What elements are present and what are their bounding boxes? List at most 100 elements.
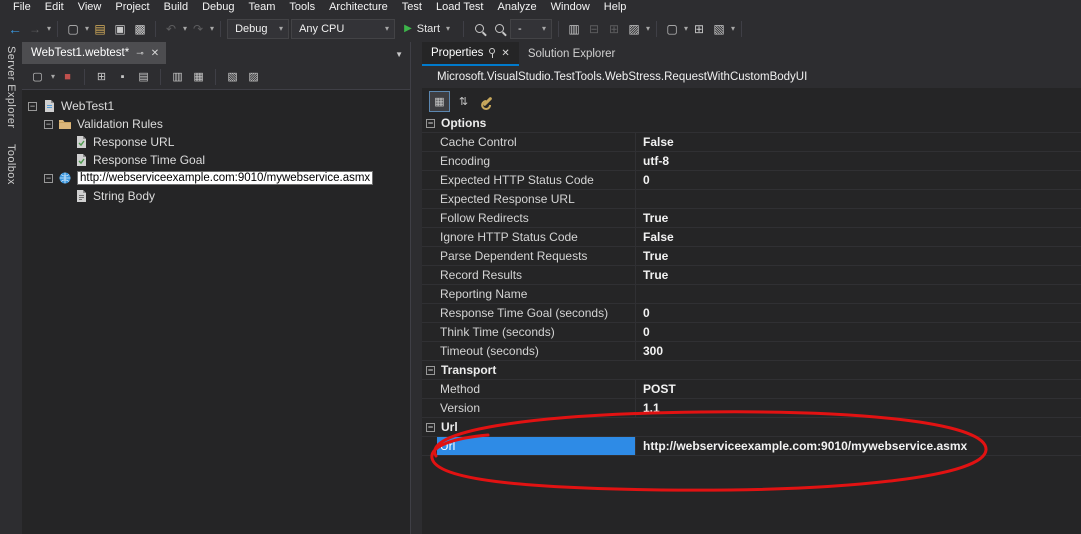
- property-value[interactable]: http://webserviceexample.com:9010/mywebs…: [636, 437, 1081, 455]
- property-row-parse-dependent-requests[interactable]: Parse Dependent Requests True: [422, 247, 1081, 266]
- menu-item-debug[interactable]: Debug: [195, 0, 241, 15]
- menu-item-load-test[interactable]: Load Test: [429, 0, 491, 15]
- tree-item-webtest1[interactable]: − WebTest1: [22, 97, 410, 115]
- property-row-encoding[interactable]: Encoding utf-8: [422, 152, 1081, 171]
- menu-item-project[interactable]: Project: [108, 0, 156, 15]
- extensions-dropdown-icon[interactable]: ▾: [731, 24, 735, 33]
- property-value[interactable]: POST: [636, 380, 1081, 398]
- side-tab-server-explorer[interactable]: Server Explorer: [5, 46, 17, 128]
- menu-item-architecture[interactable]: Architecture: [322, 0, 395, 15]
- tree-item-response-url[interactable]: Response URL: [22, 133, 410, 151]
- zoom-in-icon[interactable]: [470, 20, 488, 38]
- property-row-url[interactable]: Url http://webserviceexample.com:9010/myw…: [422, 437, 1081, 456]
- property-value[interactable]: False: [636, 228, 1081, 246]
- new-item-dropdown-icon[interactable]: ▾: [684, 24, 688, 33]
- close-icon[interactable]: ✕: [151, 48, 159, 59]
- menu-item-build[interactable]: Build: [157, 0, 195, 15]
- menu-item-help[interactable]: Help: [597, 0, 634, 15]
- property-row-version[interactable]: Version 1.1: [422, 399, 1081, 418]
- property-category-url[interactable]: − Url: [422, 418, 1081, 437]
- attach-icon[interactable]: ⊟: [585, 20, 603, 38]
- menu-item-view[interactable]: View: [71, 0, 109, 15]
- open-file-icon[interactable]: ▤: [91, 20, 109, 38]
- tree-item-string-body[interactable]: String Body: [22, 187, 410, 205]
- menu-item-tools[interactable]: Tools: [282, 0, 322, 15]
- document-list-dropdown-icon[interactable]: ▼: [395, 50, 403, 59]
- add-request-icon[interactable]: ▢: [29, 68, 46, 85]
- alphabetical-sort-icon[interactable]: ⇅: [454, 92, 473, 111]
- property-category-transport[interactable]: − Transport: [422, 361, 1081, 380]
- find-icon[interactable]: ▨: [625, 20, 643, 38]
- new-item-icon[interactable]: ▢: [663, 20, 681, 38]
- add-item-icon[interactable]: ⊞: [690, 20, 708, 38]
- navigation-dropdown-icon[interactable]: ▾: [47, 24, 51, 33]
- zoom-level-combo[interactable]: - ▾: [510, 18, 553, 39]
- tree-item-response-time-goal[interactable]: Response Time Goal: [22, 151, 410, 169]
- property-row-response-time-goal-seconds-[interactable]: Response Time Goal (seconds) 0: [422, 304, 1081, 323]
- menu-item-team[interactable]: Team: [242, 0, 283, 15]
- menu-item-window[interactable]: Window: [544, 0, 597, 15]
- tree-collapse-icon[interactable]: −: [44, 173, 53, 183]
- collapse-icon[interactable]: −: [426, 422, 435, 432]
- add-data-source-icon[interactable]: ⊞: [93, 68, 110, 85]
- side-tab-toolbox[interactable]: Toolbox: [5, 144, 17, 185]
- navigate-backward-icon[interactable]: ←: [6, 20, 24, 38]
- property-pages-wrench-icon[interactable]: [478, 92, 497, 111]
- tab-solution-explorer[interactable]: Solution Explorer: [519, 42, 625, 66]
- record-icon[interactable]: ■: [59, 68, 76, 85]
- generate-code-icon[interactable]: ▤: [135, 68, 152, 85]
- start-debugging-button[interactable]: ▶ Start ▾: [397, 18, 457, 39]
- property-value[interactable]: 0: [636, 304, 1081, 322]
- run-test-icon[interactable]: ▨: [245, 68, 262, 85]
- menu-item-test[interactable]: Test: [395, 0, 429, 15]
- redo-dropdown-icon[interactable]: ▾: [210, 24, 214, 33]
- property-row-cache-control[interactable]: Cache Control False: [422, 133, 1081, 152]
- property-row-ignore-http-status-code[interactable]: Ignore HTTP Status Code False: [422, 228, 1081, 247]
- new-file-dropdown-icon[interactable]: ▾: [85, 24, 89, 33]
- tree-collapse-icon[interactable]: −: [28, 101, 37, 111]
- redo-icon[interactable]: ↷: [189, 20, 207, 38]
- property-value[interactable]: 0: [636, 171, 1081, 189]
- property-value[interactable]: 0: [636, 323, 1081, 341]
- save-icon[interactable]: ▣: [111, 20, 129, 38]
- property-row-think-time-seconds-[interactable]: Think Time (seconds) 0: [422, 323, 1081, 342]
- property-value[interactable]: [636, 285, 1081, 303]
- property-row-method[interactable]: Method POST: [422, 380, 1081, 399]
- new-file-icon[interactable]: ▢: [64, 20, 82, 38]
- collapse-icon[interactable]: −: [426, 365, 435, 375]
- extensions-icon[interactable]: ▧: [710, 20, 728, 38]
- performance-icon[interactable]: ▧: [224, 68, 241, 85]
- property-row-expected-http-status-code[interactable]: Expected HTTP Status Code 0: [422, 171, 1081, 190]
- property-row-expected-response-url[interactable]: Expected Response URL: [422, 190, 1081, 209]
- property-row-reporting-name[interactable]: Reporting Name: [422, 285, 1081, 304]
- solution-configurations-select[interactable]: Debug ▾: [227, 18, 290, 39]
- property-category-options[interactable]: − Options: [422, 114, 1081, 133]
- collapse-icon[interactable]: −: [426, 118, 435, 128]
- tab-webtest1[interactable]: WebTest1.webtest* ⊸ ✕: [22, 42, 167, 64]
- properties-object-name[interactable]: Microsoft.VisualStudio.TestTools.WebStre…: [422, 66, 1081, 88]
- navigate-forward-icon[interactable]: →: [26, 20, 44, 38]
- pin-icon[interactable]: [489, 48, 496, 58]
- tab-properties[interactable]: Properties ✕: [422, 42, 519, 66]
- property-value[interactable]: 300: [636, 342, 1081, 360]
- zoom-out-icon[interactable]: [490, 20, 508, 38]
- step-icon[interactable]: ⊞: [605, 20, 623, 38]
- property-value[interactable]: False: [636, 133, 1081, 151]
- parameterize-web-servers-icon[interactable]: ▥: [169, 68, 186, 85]
- tree-item-validation-rules[interactable]: − Validation Rules: [22, 115, 410, 133]
- property-value[interactable]: True: [636, 209, 1081, 227]
- pin-icon[interactable]: ⊸: [136, 48, 144, 59]
- find-dropdown-icon[interactable]: ▾: [646, 24, 650, 33]
- property-row-follow-redirects[interactable]: Follow Redirects True: [422, 209, 1081, 228]
- save-all-icon[interactable]: ▩: [131, 20, 149, 38]
- property-row-timeout-seconds-[interactable]: Timeout (seconds) 300: [422, 342, 1081, 361]
- add-plugin-icon[interactable]: ▦: [190, 68, 207, 85]
- menu-item-analyze[interactable]: Analyze: [491, 0, 544, 15]
- property-value[interactable]: True: [636, 266, 1081, 284]
- undo-icon[interactable]: ↶: [162, 20, 180, 38]
- tree-collapse-icon[interactable]: −: [44, 119, 53, 129]
- property-value[interactable]: [636, 190, 1081, 208]
- navigate-to-icon[interactable]: ▥: [565, 20, 583, 38]
- solution-platforms-select[interactable]: Any CPU ▾: [291, 18, 396, 39]
- set-credentials-icon[interactable]: ▪: [114, 68, 131, 85]
